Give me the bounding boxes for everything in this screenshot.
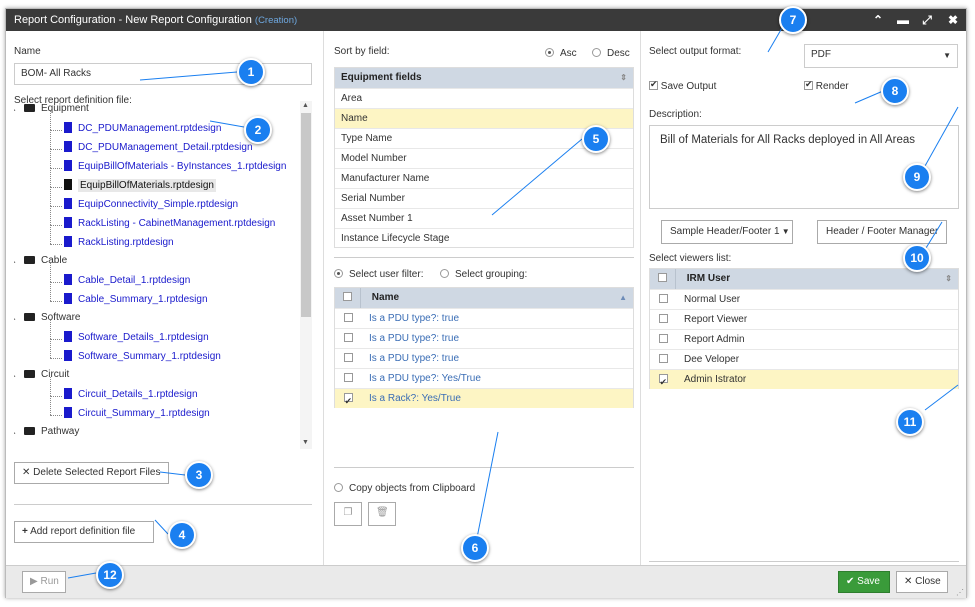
callout-3: 3: [185, 461, 213, 489]
callout-6: 6: [461, 534, 489, 562]
callout-8: 8: [881, 77, 909, 105]
callout-2: 2: [244, 116, 272, 144]
callout-lines: [67, 27, 959, 579]
callout-9: 9: [903, 163, 931, 191]
callout-7: 7: [779, 6, 807, 34]
callout-12: 12: [96, 561, 124, 589]
callout-5: 5: [582, 125, 610, 153]
callout-1: 1: [237, 58, 265, 86]
callout-4: 4: [168, 521, 196, 549]
callout-10: 10: [903, 244, 931, 272]
callout-11: 11: [896, 408, 924, 436]
